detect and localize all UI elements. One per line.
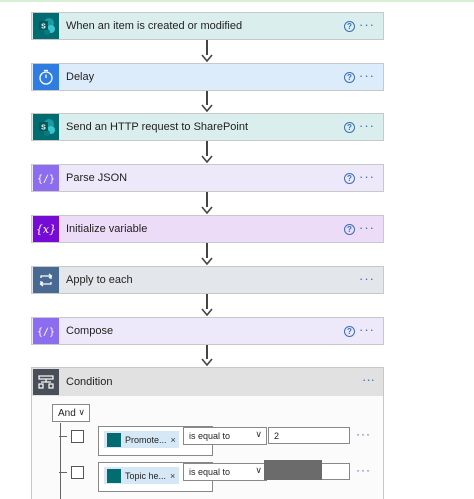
- tree-connector: [60, 423, 61, 499]
- more-options-button[interactable]: ···: [359, 322, 375, 337]
- dynamic-content-token[interactable]: Topic he... ×: [104, 467, 179, 484]
- operator-select[interactable]: is equal to ∨: [183, 427, 267, 445]
- operator-select[interactable]: is equal to ∨: [183, 463, 267, 481]
- arrow-head-icon: [201, 53, 213, 63]
- data-operation-icon: {∕}: [33, 318, 59, 344]
- flow-step-card[interactable]: S Send an HTTP request to SharePoint? ···: [31, 113, 384, 141]
- flow-step-title: Apply to each: [66, 274, 133, 286]
- flow-step-title: Initialize variable: [66, 223, 148, 235]
- top-accent-line: [0, 0, 474, 2]
- svg-text:{x}: {x}: [36, 223, 56, 236]
- token-label: Topic he...: [125, 470, 167, 481]
- row-checkbox[interactable]: [71, 430, 84, 443]
- condition-icon: [33, 369, 59, 395]
- group-operator-value: And: [58, 407, 76, 419]
- chevron-down-icon: ∨: [255, 429, 262, 439]
- flow-step-title: When an item is created or modified: [66, 20, 243, 32]
- operator-value: is equal to: [189, 467, 231, 477]
- flow-step-card[interactable]: {∕} Compose? ···: [31, 317, 384, 345]
- arrow-head-icon: [201, 307, 213, 317]
- help-icon[interactable]: ?: [344, 224, 355, 235]
- more-options-button[interactable]: ···: [359, 118, 375, 133]
- row-more-button[interactable]: ···: [356, 427, 371, 441]
- sharepoint-icon: S: [33, 114, 59, 140]
- flow-step-card[interactable]: {∕} Parse JSON? ···: [31, 164, 384, 192]
- data-operation-icon: {∕}: [33, 165, 59, 191]
- more-options-button[interactable]: ···: [359, 169, 375, 184]
- condition-header[interactable]: Condition ···: [32, 368, 383, 396]
- arrow-head-icon: [201, 357, 213, 367]
- arrow-head-icon: [201, 205, 213, 215]
- arrow-head-icon: [201, 154, 213, 164]
- chevron-down-icon: ∨: [255, 465, 262, 475]
- help-icon[interactable]: ?: [344, 122, 355, 133]
- help-icon[interactable]: ?: [344, 72, 355, 83]
- help-icon[interactable]: ?: [344, 173, 355, 184]
- flow-step-card[interactable]: S When an item is created or modified? ···: [31, 12, 384, 40]
- more-options-button[interactable]: ···: [359, 68, 375, 83]
- flow-step-title: Parse JSON: [66, 172, 128, 184]
- svg-text:S: S: [41, 24, 46, 31]
- more-options-button[interactable]: ···: [359, 220, 375, 235]
- tree-branch: [59, 436, 67, 437]
- flow-step-title: Compose: [66, 325, 114, 337]
- variable-icon: {x}: [33, 216, 59, 242]
- svg-text:S: S: [41, 125, 46, 132]
- remove-token-icon[interactable]: ×: [170, 471, 175, 481]
- chevron-down-icon: ∨: [78, 407, 85, 417]
- svg-text:{∕}: {∕}: [37, 327, 55, 338]
- flow-step-title: Send an HTTP request to SharePoint: [66, 121, 249, 133]
- condition-title: Condition: [66, 376, 113, 388]
- token-label: Promote...: [125, 434, 167, 445]
- row-more-button[interactable]: ···: [356, 463, 371, 477]
- operator-value: is equal to: [189, 431, 231, 441]
- flow-step-title: Delay: [66, 71, 95, 83]
- tree-branch: [59, 472, 67, 473]
- more-options-button[interactable]: ···: [359, 17, 375, 32]
- condition-value-input[interactable]: 2: [268, 427, 350, 444]
- svg-text:{∕}: {∕}: [37, 174, 55, 185]
- flow-step-card[interactable]: Delay? ···: [31, 63, 384, 91]
- remove-token-icon[interactable]: ×: [171, 435, 176, 445]
- timer-icon: [33, 64, 59, 90]
- arrow-head-icon: [201, 103, 213, 113]
- help-icon[interactable]: ?: [344, 21, 355, 32]
- redacted-value: [264, 460, 322, 480]
- row-checkbox[interactable]: [71, 466, 84, 479]
- dynamic-content-token[interactable]: Promote... ×: [104, 431, 179, 448]
- sharepoint-icon: S: [33, 13, 59, 39]
- flow-step-card[interactable]: {x} Initialize variable? ···: [31, 215, 384, 243]
- group-operator-select[interactable]: And ∨: [52, 404, 90, 422]
- condition-more-button[interactable]: ···: [362, 372, 375, 387]
- loop-icon: [33, 267, 59, 293]
- help-icon[interactable]: ?: [344, 326, 355, 337]
- arrow-head-icon: [201, 256, 213, 266]
- sharepoint-icon: [107, 468, 121, 483]
- sharepoint-icon: [107, 432, 121, 447]
- flow-step-card[interactable]: Apply to each ···: [31, 266, 384, 294]
- more-options-button[interactable]: ···: [359, 271, 375, 286]
